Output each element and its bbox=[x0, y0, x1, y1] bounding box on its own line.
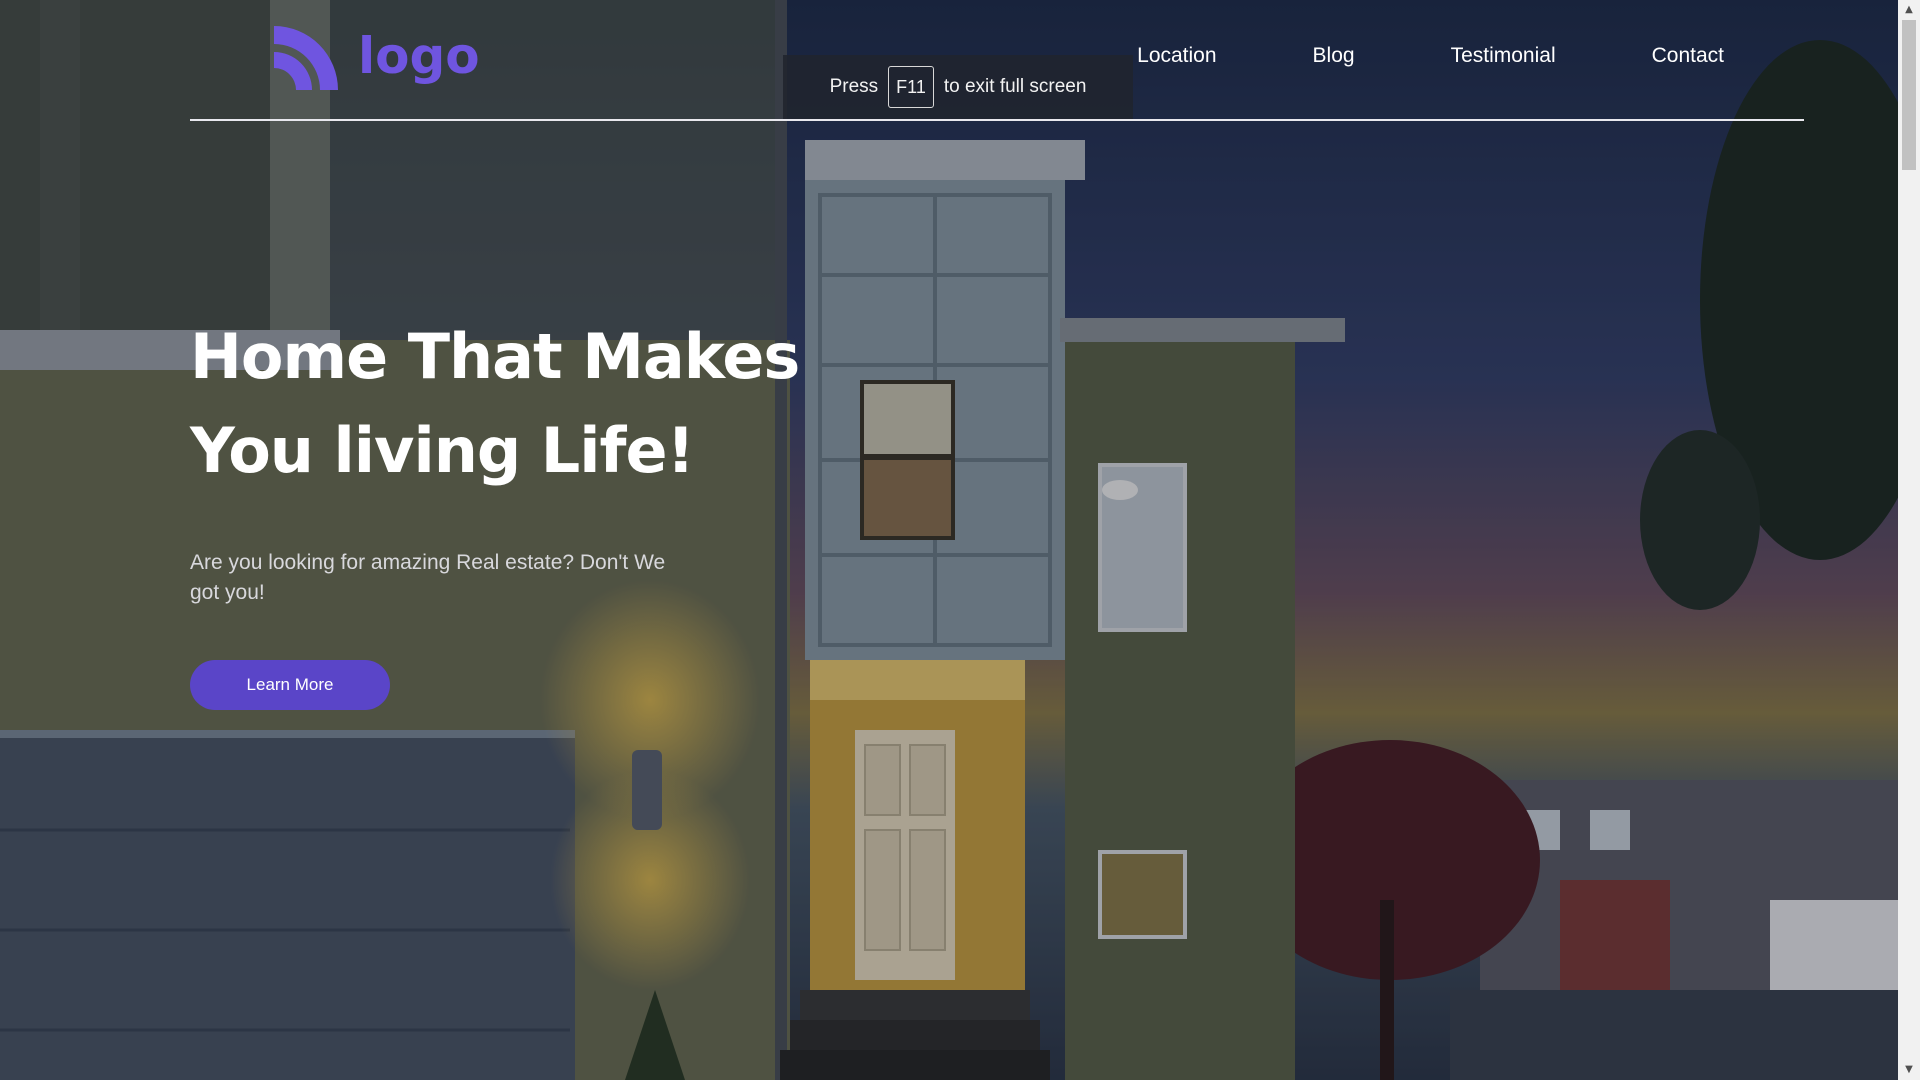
nav-item-location[interactable]: Location bbox=[1137, 44, 1216, 68]
hero-title: Home That Makes You living Life! bbox=[190, 310, 810, 498]
scroll-up-arrow-icon[interactable]: ▲ bbox=[1898, 0, 1920, 20]
nav-item-testimonial[interactable]: Testimonial bbox=[1451, 44, 1556, 68]
hero-dark-overlay bbox=[0, 0, 1898, 1080]
vertical-scrollbar[interactable]: ▲ ▼ bbox=[1898, 0, 1920, 1080]
logo-link[interactable]: logo bbox=[270, 22, 480, 94]
rainbow-arc-icon bbox=[274, 26, 338, 90]
logo-text: logo bbox=[358, 27, 480, 85]
toast-suffix: to exit full screen bbox=[943, 76, 1087, 97]
scrollbar-thumb[interactable] bbox=[1902, 20, 1916, 170]
toast-prefix: Press bbox=[829, 76, 879, 97]
hero-title-line-1: Home That Makes bbox=[190, 320, 800, 393]
learn-more-button[interactable]: Learn More bbox=[190, 660, 390, 710]
fullscreen-exit-toast: Press F11 to exit full screen bbox=[783, 55, 1133, 119]
hero-background-image bbox=[0, 0, 1898, 1080]
main-nav: Location Blog Testimonial Contact bbox=[1041, 44, 1724, 68]
scroll-down-arrow-icon[interactable]: ▼ bbox=[1898, 1060, 1920, 1080]
browser-viewport: logo Location Blog Testimonial Contact P… bbox=[0, 0, 1920, 1080]
hero-subtitle: Are you looking for amazing Real estate?… bbox=[190, 551, 666, 604]
hero-title-line-2: You living Life! bbox=[190, 414, 695, 487]
nav-item-blog[interactable]: Blog bbox=[1313, 44, 1355, 68]
f11-key-badge: F11 bbox=[888, 66, 934, 108]
nav-item-contact[interactable]: Contact bbox=[1652, 44, 1724, 68]
